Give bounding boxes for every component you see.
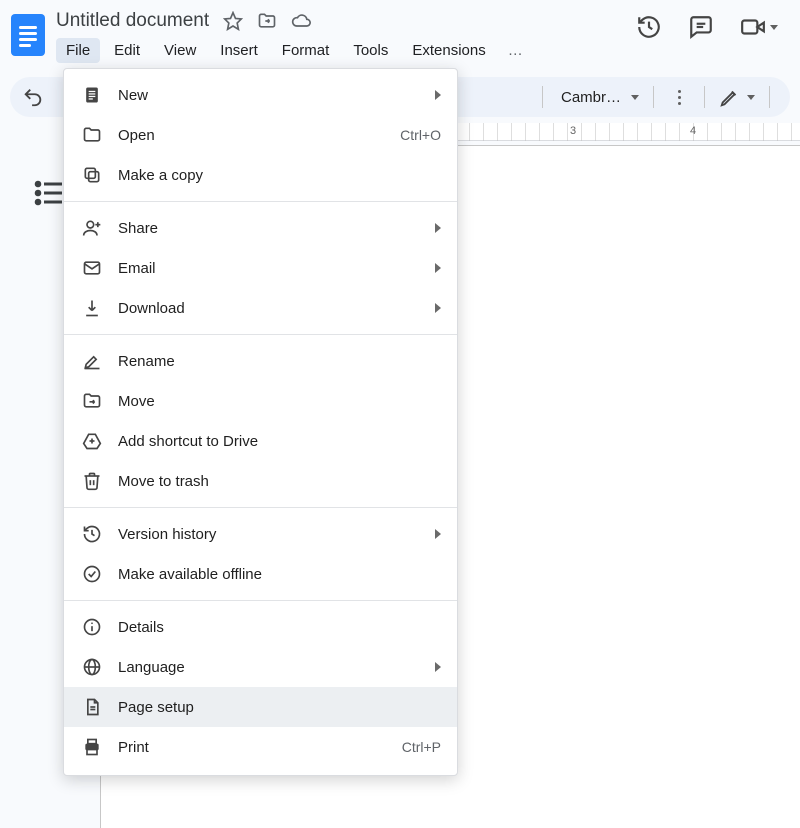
globe-icon [82,657,102,677]
docs-logo[interactable] [8,6,48,60]
menu-item-shortcut: Ctrl+P [402,739,441,755]
menu-item-label: Email [118,260,419,277]
file-menu-move[interactable]: Move [64,381,457,421]
menu-item-label: Rename [118,353,441,370]
comments-icon[interactable] [688,14,714,40]
ruler-number: 4 [690,125,696,137]
file-menu-shortcut[interactable]: Add shortcut to Drive [64,421,457,461]
menu-item-label: Page setup [118,699,441,716]
submenu-arrow-icon [435,529,441,539]
toolbar-separator [704,86,705,108]
file-menu-language[interactable]: Language [64,647,457,687]
title-column: Untitled document File Edit View Insert … [48,6,636,63]
menu-item-label: Make a copy [118,167,441,184]
menu-extensions[interactable]: Extensions [402,38,495,63]
menu-tools[interactable]: Tools [343,38,398,63]
menu-item-label: Version history [118,526,419,543]
editing-mode-button[interactable] [719,86,755,108]
history-icon[interactable] [636,14,662,40]
page-icon [82,697,102,717]
menu-item-label: Language [118,659,419,676]
file-menu-share[interactable]: Share [64,208,457,248]
move-folder-icon[interactable] [257,11,277,31]
pencil-line-icon [82,351,102,371]
folder-icon [82,125,102,145]
menu-item-label: Open [118,127,384,144]
offline-icon [82,564,102,584]
toolbar-separator [542,86,543,108]
cloud-status-icon[interactable] [291,11,311,31]
submenu-arrow-icon [435,263,441,273]
menu-view[interactable]: View [154,38,206,63]
menu-item-label: Share [118,220,419,237]
undo-button[interactable] [22,86,44,108]
ruler-number: 3 [570,125,576,137]
file-menu-history[interactable]: Version history [64,514,457,554]
mail-icon [82,258,102,278]
menu-item-label: Print [118,739,386,756]
chevron-down-icon [770,25,778,30]
menu-item-label: Add shortcut to Drive [118,433,441,450]
folder-arrow-icon [82,391,102,411]
submenu-arrow-icon [435,90,441,100]
file-menu-offline[interactable]: Make available offline [64,554,457,594]
menu-item-label: New [118,87,419,104]
submenu-arrow-icon [435,303,441,313]
trash-icon [82,471,102,491]
history-icon [82,524,102,544]
chevron-down-icon [747,95,755,100]
download-icon [82,298,102,318]
menubar: File Edit View Insert Format Tools Exten… [48,32,636,63]
menu-item-label: Move to trash [118,473,441,490]
file-menu-download[interactable]: Download [64,288,457,328]
menu-item-label: Details [118,619,441,636]
printer-icon [82,737,102,757]
menu-item-shortcut: Ctrl+O [400,127,441,143]
pen-icon [719,86,741,108]
menu-overflow[interactable]: … [500,38,531,63]
file-menu-page_setup[interactable]: Page setup [64,687,457,727]
menu-item-label: Make available offline [118,566,441,583]
drive-add-icon [82,431,102,451]
person-add-icon [82,218,102,238]
menu-insert[interactable]: Insert [210,38,268,63]
star-icon[interactable] [223,11,243,31]
submenu-arrow-icon [435,223,441,233]
file-menu-details[interactable]: Details [64,607,457,647]
menu-format[interactable]: Format [272,38,340,63]
chevron-down-icon [631,95,639,100]
file-menu-email[interactable]: Email [64,248,457,288]
file-menu-trash[interactable]: Move to trash [64,461,457,501]
file-menu-make_copy[interactable]: Make a copy [64,155,457,195]
file-menu-rename[interactable]: Rename [64,341,457,381]
camera-icon [740,14,766,40]
menu-divider [64,334,457,335]
file-menu-print[interactable]: Print Ctrl+P [64,727,457,767]
menu-divider [64,201,457,202]
menu-divider [64,507,457,508]
font-family-selector[interactable]: Cambr… [557,89,625,106]
file-menu-new[interactable]: New [64,75,457,115]
more-toolbar-button[interactable] [668,86,690,108]
toolbar-separator [769,86,770,108]
meet-button[interactable] [740,14,778,40]
menu-item-label: Move [118,393,441,410]
file-menu: New Open Ctrl+O Make a copy Share Email Downlo… [63,68,458,776]
menu-edit[interactable]: Edit [104,38,150,63]
toolbar-separator [653,86,654,108]
document-title[interactable]: Untitled document [56,10,209,32]
menu-file[interactable]: File [56,38,100,63]
info-icon [82,617,102,637]
doc-icon [82,85,102,105]
app-header: Untitled document File Edit View Insert … [0,0,800,63]
menu-divider [64,600,457,601]
header-right-tools [636,6,790,40]
submenu-arrow-icon [435,662,441,672]
copy-icon [82,165,102,185]
file-menu-open[interactable]: Open Ctrl+O [64,115,457,155]
menu-item-label: Download [118,300,419,317]
